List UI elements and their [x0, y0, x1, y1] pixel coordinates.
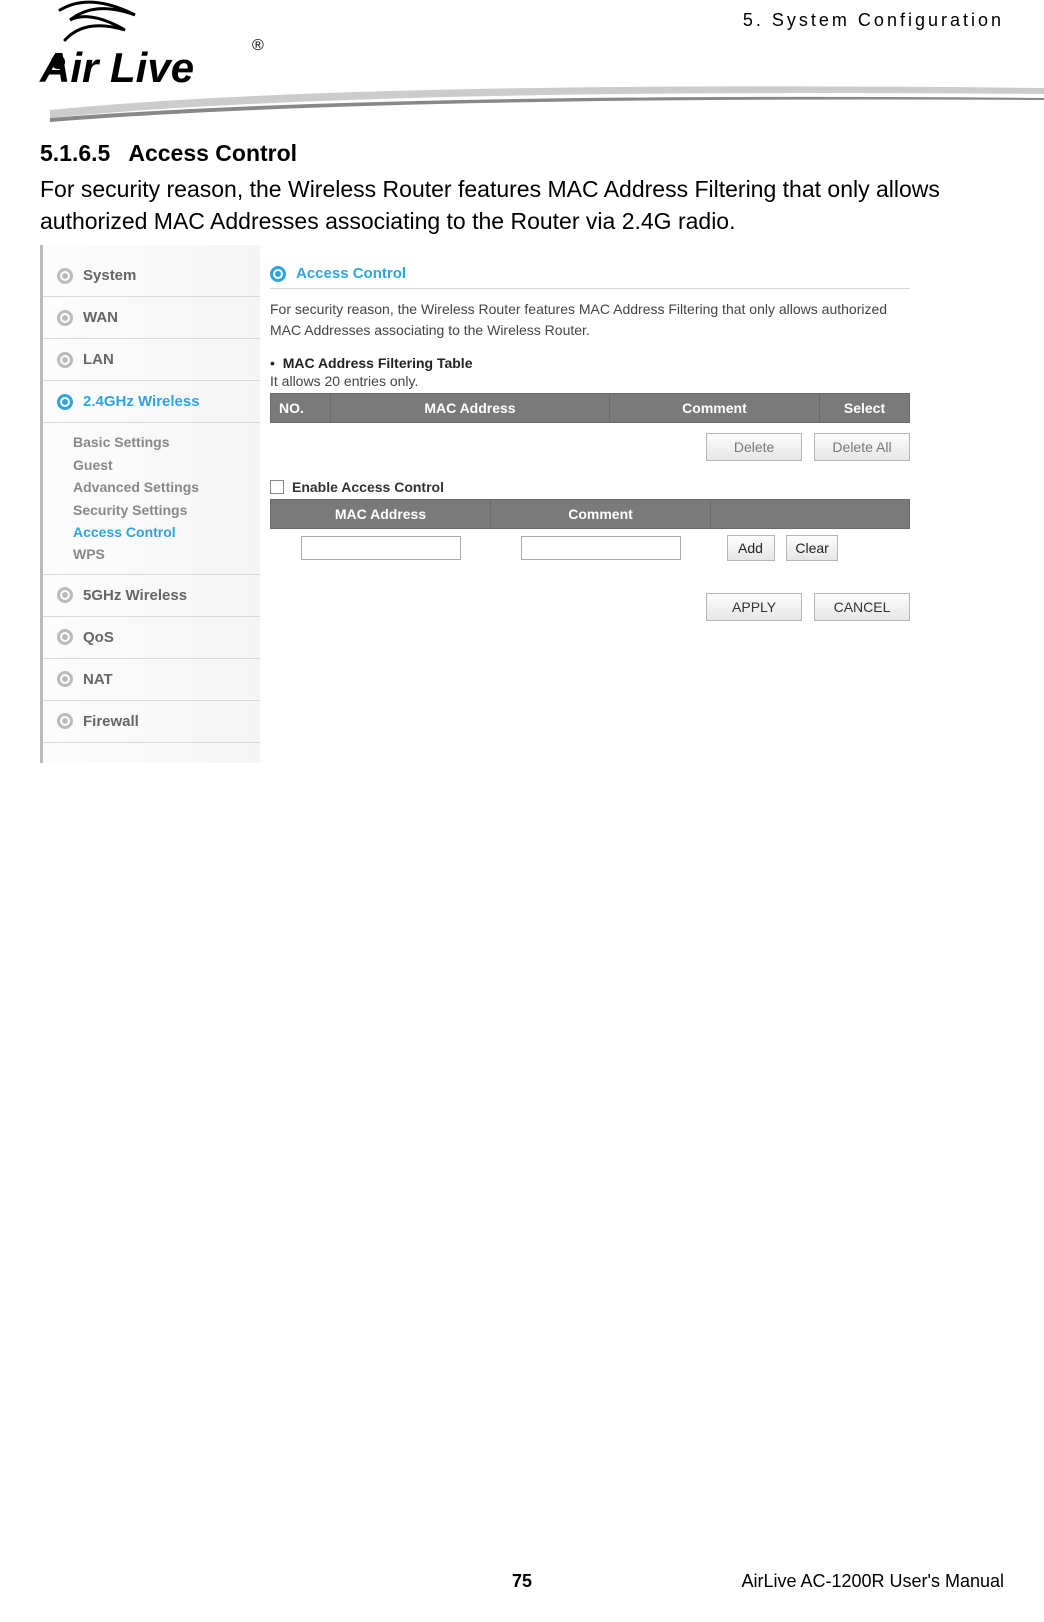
sidebar-item-label: Firewall	[83, 713, 139, 730]
clear-button[interactable]: Clear	[786, 535, 837, 561]
table-row: Add Clear	[271, 529, 910, 568]
th-mac: MAC Address	[331, 394, 610, 423]
sidebar-item-wan[interactable]: WAN	[43, 297, 260, 339]
radio-icon	[57, 629, 73, 645]
radio-icon	[57, 352, 73, 368]
radio-icon	[57, 310, 73, 326]
main-pane: Access Control For security reason, the …	[260, 245, 910, 762]
header-divider-swoosh	[50, 70, 1044, 130]
sidebar-item-firewall[interactable]: Firewall	[43, 701, 260, 743]
sidebar-item-label: NAT	[83, 671, 113, 688]
section-title: Access Control	[128, 140, 297, 166]
delete-button[interactable]: Delete	[706, 433, 802, 461]
sidebar-item-label: System	[83, 267, 136, 284]
enable-access-control-checkbox[interactable]	[270, 480, 284, 494]
submenu-security-settings[interactable]: Security Settings	[73, 499, 246, 521]
radio-icon	[270, 266, 286, 282]
page-number: 75	[512, 1571, 532, 1591]
sidebar-item-nat[interactable]: NAT	[43, 659, 260, 701]
th-comment: Comment	[609, 394, 819, 423]
entries-note: It allows 20 entries only.	[270, 373, 910, 389]
sidebar-item-label: 5GHz Wireless	[83, 587, 187, 604]
th-mac: MAC Address	[271, 500, 491, 529]
sidebar-item-system[interactable]: System	[43, 255, 260, 297]
th-actions	[711, 500, 910, 529]
chapter-label: 5. System Configuration	[743, 10, 1004, 31]
submenu-advanced-settings[interactable]: Advanced Settings	[73, 476, 246, 498]
submenu-basic-settings[interactable]: Basic Settings	[73, 431, 246, 453]
th-comment: Comment	[491, 500, 711, 529]
sidebar-item-5ghz[interactable]: 5GHz Wireless	[43, 575, 260, 617]
add-button[interactable]: Add	[727, 535, 775, 561]
delete-all-button[interactable]: Delete All	[814, 433, 910, 461]
apply-button[interactable]: APPLY	[706, 593, 802, 621]
svg-text:®: ®	[252, 37, 264, 54]
sidebar-item-label: LAN	[83, 351, 114, 368]
sidebar-item-label: 2.4GHz Wireless	[83, 393, 200, 410]
submenu-access-control[interactable]: Access Control	[73, 521, 246, 543]
comment-input[interactable]	[521, 536, 681, 560]
sidebar-nav: System WAN LAN 2.4GHz Wireless Basic Set…	[40, 245, 260, 762]
section-heading: 5.1.6.5 Access Control	[40, 140, 1004, 167]
page-footer: 75 AirLive AC-1200R User's Manual	[0, 1571, 1044, 1592]
pane-description: For security reason, the Wireless Router…	[270, 299, 910, 341]
manual-title: AirLive AC-1200R User's Manual	[741, 1571, 1004, 1592]
radio-icon	[57, 671, 73, 687]
pane-title: Access Control	[296, 265, 406, 282]
radio-icon	[57, 268, 73, 284]
sidebar-submenu: Basic Settings Guest Advanced Settings S…	[43, 423, 260, 574]
radio-icon	[57, 394, 73, 410]
sidebar-item-label: WAN	[83, 309, 118, 326]
th-no: NO.	[271, 394, 331, 423]
cancel-button[interactable]: CANCEL	[814, 593, 910, 621]
radio-icon	[57, 713, 73, 729]
th-select: Select	[820, 394, 910, 423]
filtering-table-heading: • MAC Address Filtering Table	[270, 355, 910, 371]
router-ui-screenshot: System WAN LAN 2.4GHz Wireless Basic Set…	[40, 245, 910, 762]
submenu-guest[interactable]: Guest	[73, 454, 246, 476]
radio-icon	[57, 587, 73, 603]
sidebar-item-label: QoS	[83, 629, 114, 646]
mac-address-input[interactable]	[301, 536, 461, 560]
sidebar-item-24ghz[interactable]: 2.4GHz Wireless	[43, 381, 260, 423]
submenu-wps[interactable]: WPS	[73, 543, 246, 565]
section-body-text: For security reason, the Wireless Router…	[40, 173, 1004, 237]
mac-filter-table: NO. MAC Address Comment Select	[270, 393, 910, 423]
section-number: 5.1.6.5	[40, 140, 110, 166]
enable-access-control-label: Enable Access Control	[292, 479, 444, 495]
sidebar-item-lan[interactable]: LAN	[43, 339, 260, 381]
sidebar-item-qos[interactable]: QoS	[43, 617, 260, 659]
mac-entry-table: MAC Address Comment Add Clear	[270, 499, 910, 567]
